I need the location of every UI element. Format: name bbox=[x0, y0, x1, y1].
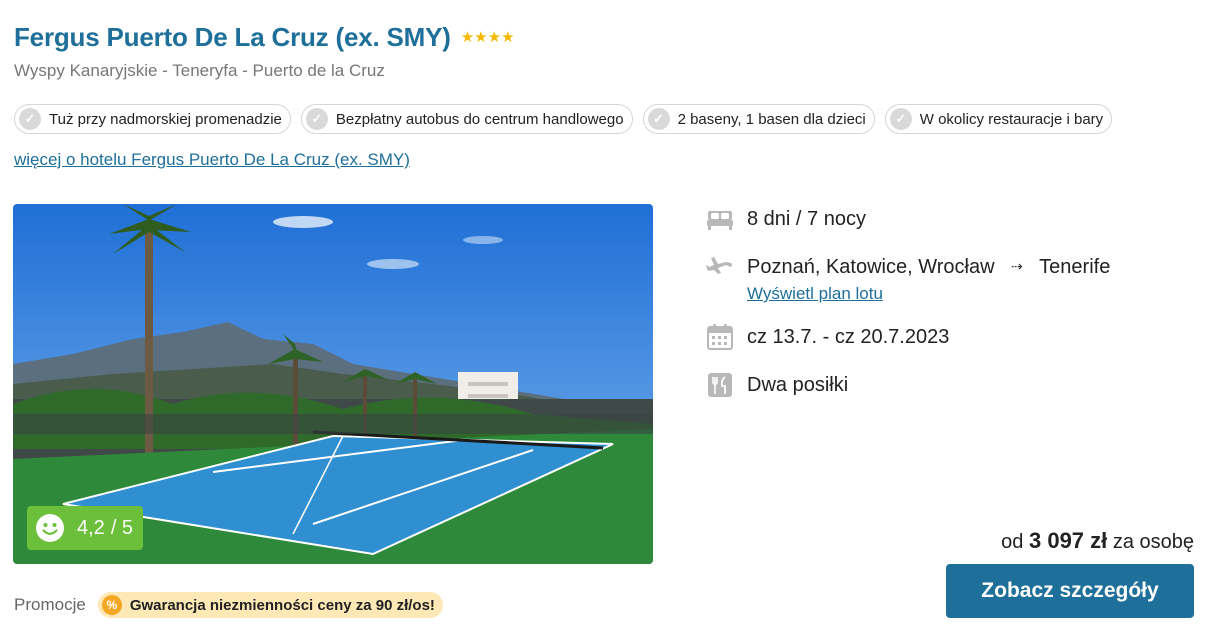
board-text: Dwa posiłki bbox=[747, 374, 849, 396]
price-suffix: za osobę bbox=[1112, 531, 1194, 553]
hotel-header: Fergus Puerto De La Cruz (ex. SMY) ★★★★ bbox=[14, 22, 515, 53]
feature-label: Tuż przy nadmorskiej promenadzie bbox=[49, 110, 282, 128]
flight-row: Poznań, Katowice, Wrocław ⇢ Tenerife Wyś… bbox=[706, 252, 1186, 304]
departure-airports: Poznań, Katowice, Wrocław bbox=[747, 256, 995, 278]
feature-label: Bezpłatny autobus do centrum handlowego bbox=[335, 110, 624, 128]
promotions: Promocje % Gwarancja niezmienności ceny … bbox=[14, 592, 443, 618]
percent-icon: % bbox=[101, 595, 122, 615]
rating-value: 4,2 bbox=[77, 516, 105, 539]
star-rating: ★★★★ bbox=[460, 29, 515, 46]
feature-label: W okolicy restauracje i bary bbox=[919, 110, 1104, 128]
dashed-arrow-icon: ⇢ bbox=[1010, 258, 1023, 274]
feature-chip: ✓ Tuż przy nadmorskiej promenadzie bbox=[14, 104, 291, 134]
airplane-icon bbox=[706, 257, 732, 274]
bed-icon bbox=[707, 211, 733, 230]
feature-chips: ✓ Tuż przy nadmorskiej promenadzie ✓ Bez… bbox=[14, 104, 1113, 134]
price-display: od 3 097 zł za osobę bbox=[1001, 528, 1194, 554]
duration-text: 8 dni / 7 nocy bbox=[747, 208, 866, 230]
dates-text: cz 13.7. - cz 20.7.2023 bbox=[747, 326, 950, 348]
promo-label: Promocje bbox=[14, 595, 86, 614]
feature-chip: ✓ Bezpłatny autobus do centrum handloweg… bbox=[300, 104, 633, 134]
board-row: Dwa posiłki bbox=[706, 370, 1186, 400]
calendar-icon bbox=[707, 324, 733, 350]
more-about-hotel-link[interactable]: więcej o hotelu Fergus Puerto De La Cruz… bbox=[14, 150, 410, 170]
destination-airport: Tenerife bbox=[1039, 256, 1111, 278]
promo-badge[interactable]: % Gwarancja niezmienności ceny za 90 zł/… bbox=[97, 592, 443, 618]
check-icon: ✓ bbox=[305, 108, 328, 130]
flight-plan-link[interactable]: Wyświetl plan lotu bbox=[747, 284, 1110, 304]
food-icon bbox=[708, 373, 732, 397]
price-prefix: od bbox=[1001, 531, 1024, 553]
promo-text: Gwarancja niezmienności ceny za 90 zł/os… bbox=[129, 596, 435, 614]
hotel-photo[interactable]: 4,2 / 5 bbox=[13, 204, 653, 564]
feature-chip: ✓ 2 baseny, 1 basen dla dzieci bbox=[642, 104, 875, 134]
hotel-location: Wyspy Kanaryjskie - Teneryfa - Puerto de… bbox=[14, 61, 385, 80]
rating-max: / 5 bbox=[110, 516, 134, 539]
feature-label: 2 baseny, 1 basen dla dzieci bbox=[677, 110, 866, 128]
check-icon: ✓ bbox=[889, 108, 912, 130]
hotel-name[interactable]: Fergus Puerto De La Cruz (ex. SMY) bbox=[14, 22, 451, 53]
rating-badge[interactable]: 4,2 / 5 bbox=[27, 506, 144, 550]
price-amount: 3 097 zł bbox=[1028, 528, 1108, 553]
check-icon: ✓ bbox=[19, 108, 41, 130]
duration-row: 8 dni / 7 nocy bbox=[706, 204, 1186, 234]
dates-row: cz 13.7. - cz 20.7.2023 bbox=[706, 322, 1186, 352]
smiley-icon bbox=[36, 514, 64, 542]
check-icon: ✓ bbox=[647, 108, 670, 130]
details-button[interactable]: Zobacz szczegóły bbox=[946, 564, 1194, 618]
trip-details: 8 dni / 7 nocy Poznań, Katowice, Wrocław… bbox=[706, 204, 1186, 418]
feature-chip: ✓ W okolicy restauracje i bary bbox=[884, 104, 1113, 134]
